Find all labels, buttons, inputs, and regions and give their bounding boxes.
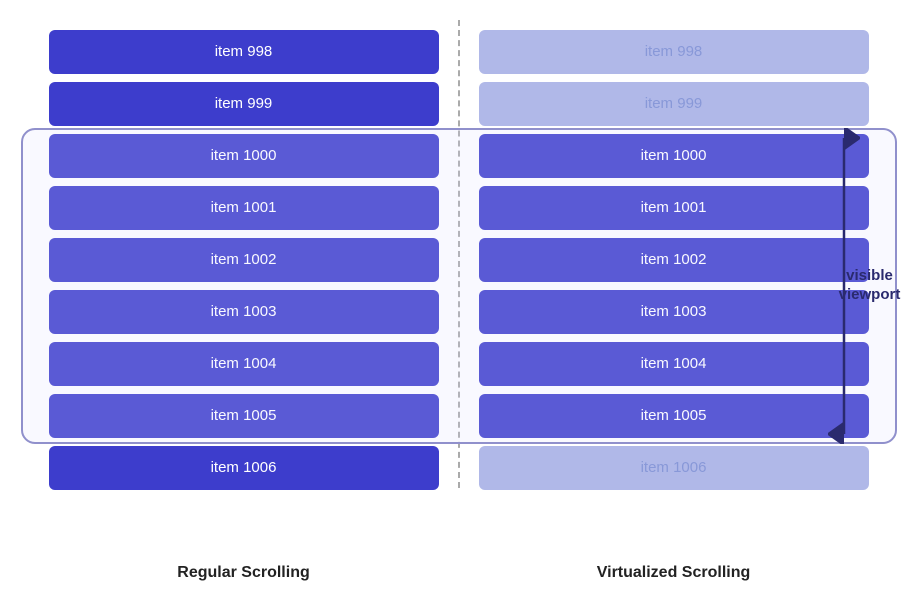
left-item-1001: item 1001 <box>49 186 439 230</box>
right-item-999: item 999 <box>479 82 869 126</box>
left-item-999: item 999 <box>49 82 439 126</box>
labels-row: Regular Scrolling Virtualized Scrolling <box>29 556 889 590</box>
left-item-1004: item 1004 <box>49 342 439 386</box>
left-item-1000: item 1000 <box>49 134 439 178</box>
right-item-998: item 998 <box>479 30 869 74</box>
left-item-1003: item 1003 <box>49 290 439 334</box>
columns-area: item 998 item 999 item 1000 item 1001 it… <box>29 20 889 548</box>
diagram-container: item 998 item 999 item 1000 item 1001 it… <box>29 20 889 590</box>
viewport-annotation: visible viewport <box>799 128 889 444</box>
left-label: Regular Scrolling <box>29 556 459 590</box>
right-label: Virtualized Scrolling <box>459 556 889 590</box>
right-item-1006: item 1006 <box>479 446 869 490</box>
left-item-1002: item 1002 <box>49 238 439 282</box>
viewport-label: visible viewport <box>835 266 905 305</box>
left-item-998: item 998 <box>49 30 439 74</box>
left-column: item 998 item 999 item 1000 item 1001 it… <box>29 20 459 548</box>
left-item-1005: item 1005 <box>49 394 439 438</box>
left-item-1006: item 1006 <box>49 446 439 490</box>
